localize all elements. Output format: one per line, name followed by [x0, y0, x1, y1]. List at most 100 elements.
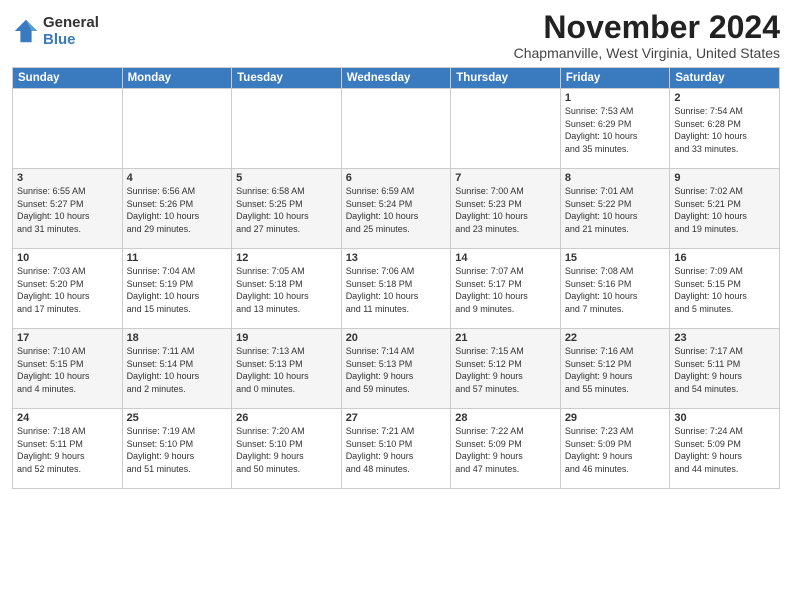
calendar-cell: 22Sunrise: 7:16 AM Sunset: 5:12 PM Dayli…	[560, 329, 670, 409]
calendar-cell	[232, 89, 342, 169]
day-info: Sunrise: 7:08 AM Sunset: 5:16 PM Dayligh…	[565, 265, 666, 315]
day-info: Sunrise: 6:55 AM Sunset: 5:27 PM Dayligh…	[17, 185, 118, 235]
day-number: 11	[127, 252, 228, 264]
day-info: Sunrise: 7:09 AM Sunset: 5:15 PM Dayligh…	[674, 265, 775, 315]
weekday-header-saturday: Saturday	[670, 68, 780, 89]
day-number: 5	[236, 172, 337, 184]
day-info: Sunrise: 7:24 AM Sunset: 5:09 PM Dayligh…	[674, 425, 775, 475]
logo-icon	[12, 17, 40, 45]
calendar-cell: 17Sunrise: 7:10 AM Sunset: 5:15 PM Dayli…	[13, 329, 123, 409]
day-number: 3	[17, 172, 118, 184]
day-number: 30	[674, 412, 775, 424]
calendar-cell: 11Sunrise: 7:04 AM Sunset: 5:19 PM Dayli…	[122, 249, 232, 329]
calendar-cell	[341, 89, 451, 169]
day-info: Sunrise: 7:05 AM Sunset: 5:18 PM Dayligh…	[236, 265, 337, 315]
calendar-table: SundayMondayTuesdayWednesdayThursdayFrid…	[12, 67, 780, 489]
calendar-cell: 10Sunrise: 7:03 AM Sunset: 5:20 PM Dayli…	[13, 249, 123, 329]
day-info: Sunrise: 7:01 AM Sunset: 5:22 PM Dayligh…	[565, 185, 666, 235]
weekday-header-thursday: Thursday	[451, 68, 561, 89]
day-info: Sunrise: 7:17 AM Sunset: 5:11 PM Dayligh…	[674, 345, 775, 395]
calendar-cell: 2Sunrise: 7:54 AM Sunset: 6:28 PM Daylig…	[670, 89, 780, 169]
day-info: Sunrise: 7:03 AM Sunset: 5:20 PM Dayligh…	[17, 265, 118, 315]
day-info: Sunrise: 7:21 AM Sunset: 5:10 PM Dayligh…	[346, 425, 447, 475]
day-number: 22	[565, 332, 666, 344]
calendar-cell: 4Sunrise: 6:56 AM Sunset: 5:26 PM Daylig…	[122, 169, 232, 249]
calendar-cell: 20Sunrise: 7:14 AM Sunset: 5:13 PM Dayli…	[341, 329, 451, 409]
day-info: Sunrise: 7:19 AM Sunset: 5:10 PM Dayligh…	[127, 425, 228, 475]
calendar-week-4: 17Sunrise: 7:10 AM Sunset: 5:15 PM Dayli…	[13, 329, 780, 409]
calendar-cell: 6Sunrise: 6:59 AM Sunset: 5:24 PM Daylig…	[341, 169, 451, 249]
calendar-cell: 9Sunrise: 7:02 AM Sunset: 5:21 PM Daylig…	[670, 169, 780, 249]
weekday-header-row: SundayMondayTuesdayWednesdayThursdayFrid…	[13, 68, 780, 89]
day-number: 18	[127, 332, 228, 344]
day-number: 21	[455, 332, 556, 344]
calendar-cell: 3Sunrise: 6:55 AM Sunset: 5:27 PM Daylig…	[13, 169, 123, 249]
day-number: 1	[565, 92, 666, 104]
calendar-cell	[122, 89, 232, 169]
day-number: 19	[236, 332, 337, 344]
calendar-cell: 23Sunrise: 7:17 AM Sunset: 5:11 PM Dayli…	[670, 329, 780, 409]
day-number: 7	[455, 172, 556, 184]
day-info: Sunrise: 7:22 AM Sunset: 5:09 PM Dayligh…	[455, 425, 556, 475]
calendar-cell: 24Sunrise: 7:18 AM Sunset: 5:11 PM Dayli…	[13, 409, 123, 489]
calendar-cell: 29Sunrise: 7:23 AM Sunset: 5:09 PM Dayli…	[560, 409, 670, 489]
calendar-week-1: 1Sunrise: 7:53 AM Sunset: 6:29 PM Daylig…	[13, 89, 780, 169]
weekday-header-tuesday: Tuesday	[232, 68, 342, 89]
day-info: Sunrise: 7:04 AM Sunset: 5:19 PM Dayligh…	[127, 265, 228, 315]
day-info: Sunrise: 7:16 AM Sunset: 5:12 PM Dayligh…	[565, 345, 666, 395]
day-number: 17	[17, 332, 118, 344]
calendar-week-5: 24Sunrise: 7:18 AM Sunset: 5:11 PM Dayli…	[13, 409, 780, 489]
day-number: 25	[127, 412, 228, 424]
month-title: November 2024	[514, 10, 780, 45]
day-info: Sunrise: 7:15 AM Sunset: 5:12 PM Dayligh…	[455, 345, 556, 395]
calendar-cell: 5Sunrise: 6:58 AM Sunset: 5:25 PM Daylig…	[232, 169, 342, 249]
weekday-header-friday: Friday	[560, 68, 670, 89]
day-info: Sunrise: 7:53 AM Sunset: 6:29 PM Dayligh…	[565, 105, 666, 155]
day-info: Sunrise: 6:59 AM Sunset: 5:24 PM Dayligh…	[346, 185, 447, 235]
calendar-cell: 7Sunrise: 7:00 AM Sunset: 5:23 PM Daylig…	[451, 169, 561, 249]
header: General Blue November 2024 Chapmanville,…	[12, 10, 780, 61]
day-number: 2	[674, 92, 775, 104]
day-number: 4	[127, 172, 228, 184]
day-info: Sunrise: 7:11 AM Sunset: 5:14 PM Dayligh…	[127, 345, 228, 395]
calendar-cell: 25Sunrise: 7:19 AM Sunset: 5:10 PM Dayli…	[122, 409, 232, 489]
day-number: 24	[17, 412, 118, 424]
day-info: Sunrise: 7:06 AM Sunset: 5:18 PM Dayligh…	[346, 265, 447, 315]
day-number: 20	[346, 332, 447, 344]
day-info: Sunrise: 7:00 AM Sunset: 5:23 PM Dayligh…	[455, 185, 556, 235]
day-info: Sunrise: 7:07 AM Sunset: 5:17 PM Dayligh…	[455, 265, 556, 315]
calendar-cell: 16Sunrise: 7:09 AM Sunset: 5:15 PM Dayli…	[670, 249, 780, 329]
day-number: 9	[674, 172, 775, 184]
day-number: 27	[346, 412, 447, 424]
day-number: 10	[17, 252, 118, 264]
day-number: 16	[674, 252, 775, 264]
calendar-cell: 14Sunrise: 7:07 AM Sunset: 5:17 PM Dayli…	[451, 249, 561, 329]
day-info: Sunrise: 6:56 AM Sunset: 5:26 PM Dayligh…	[127, 185, 228, 235]
calendar-cell: 30Sunrise: 7:24 AM Sunset: 5:09 PM Dayli…	[670, 409, 780, 489]
calendar-cell: 26Sunrise: 7:20 AM Sunset: 5:10 PM Dayli…	[232, 409, 342, 489]
day-info: Sunrise: 7:14 AM Sunset: 5:13 PM Dayligh…	[346, 345, 447, 395]
page-container: General Blue November 2024 Chapmanville,…	[0, 0, 792, 495]
day-number: 14	[455, 252, 556, 264]
title-block: November 2024 Chapmanville, West Virgini…	[514, 10, 780, 61]
weekday-header-monday: Monday	[122, 68, 232, 89]
day-info: Sunrise: 7:20 AM Sunset: 5:10 PM Dayligh…	[236, 425, 337, 475]
calendar-cell: 12Sunrise: 7:05 AM Sunset: 5:18 PM Dayli…	[232, 249, 342, 329]
day-number: 12	[236, 252, 337, 264]
day-number: 13	[346, 252, 447, 264]
day-info: Sunrise: 6:58 AM Sunset: 5:25 PM Dayligh…	[236, 185, 337, 235]
calendar-cell: 27Sunrise: 7:21 AM Sunset: 5:10 PM Dayli…	[341, 409, 451, 489]
weekday-header-sunday: Sunday	[13, 68, 123, 89]
calendar-week-2: 3Sunrise: 6:55 AM Sunset: 5:27 PM Daylig…	[13, 169, 780, 249]
weekday-header-wednesday: Wednesday	[341, 68, 451, 89]
day-info: Sunrise: 7:02 AM Sunset: 5:21 PM Dayligh…	[674, 185, 775, 235]
calendar-cell: 8Sunrise: 7:01 AM Sunset: 5:22 PM Daylig…	[560, 169, 670, 249]
calendar-cell	[13, 89, 123, 169]
calendar-cell: 13Sunrise: 7:06 AM Sunset: 5:18 PM Dayli…	[341, 249, 451, 329]
day-number: 8	[565, 172, 666, 184]
day-info: Sunrise: 7:18 AM Sunset: 5:11 PM Dayligh…	[17, 425, 118, 475]
logo: General Blue	[12, 14, 99, 48]
calendar-cell: 15Sunrise: 7:08 AM Sunset: 5:16 PM Dayli…	[560, 249, 670, 329]
day-info: Sunrise: 7:10 AM Sunset: 5:15 PM Dayligh…	[17, 345, 118, 395]
day-number: 6	[346, 172, 447, 184]
